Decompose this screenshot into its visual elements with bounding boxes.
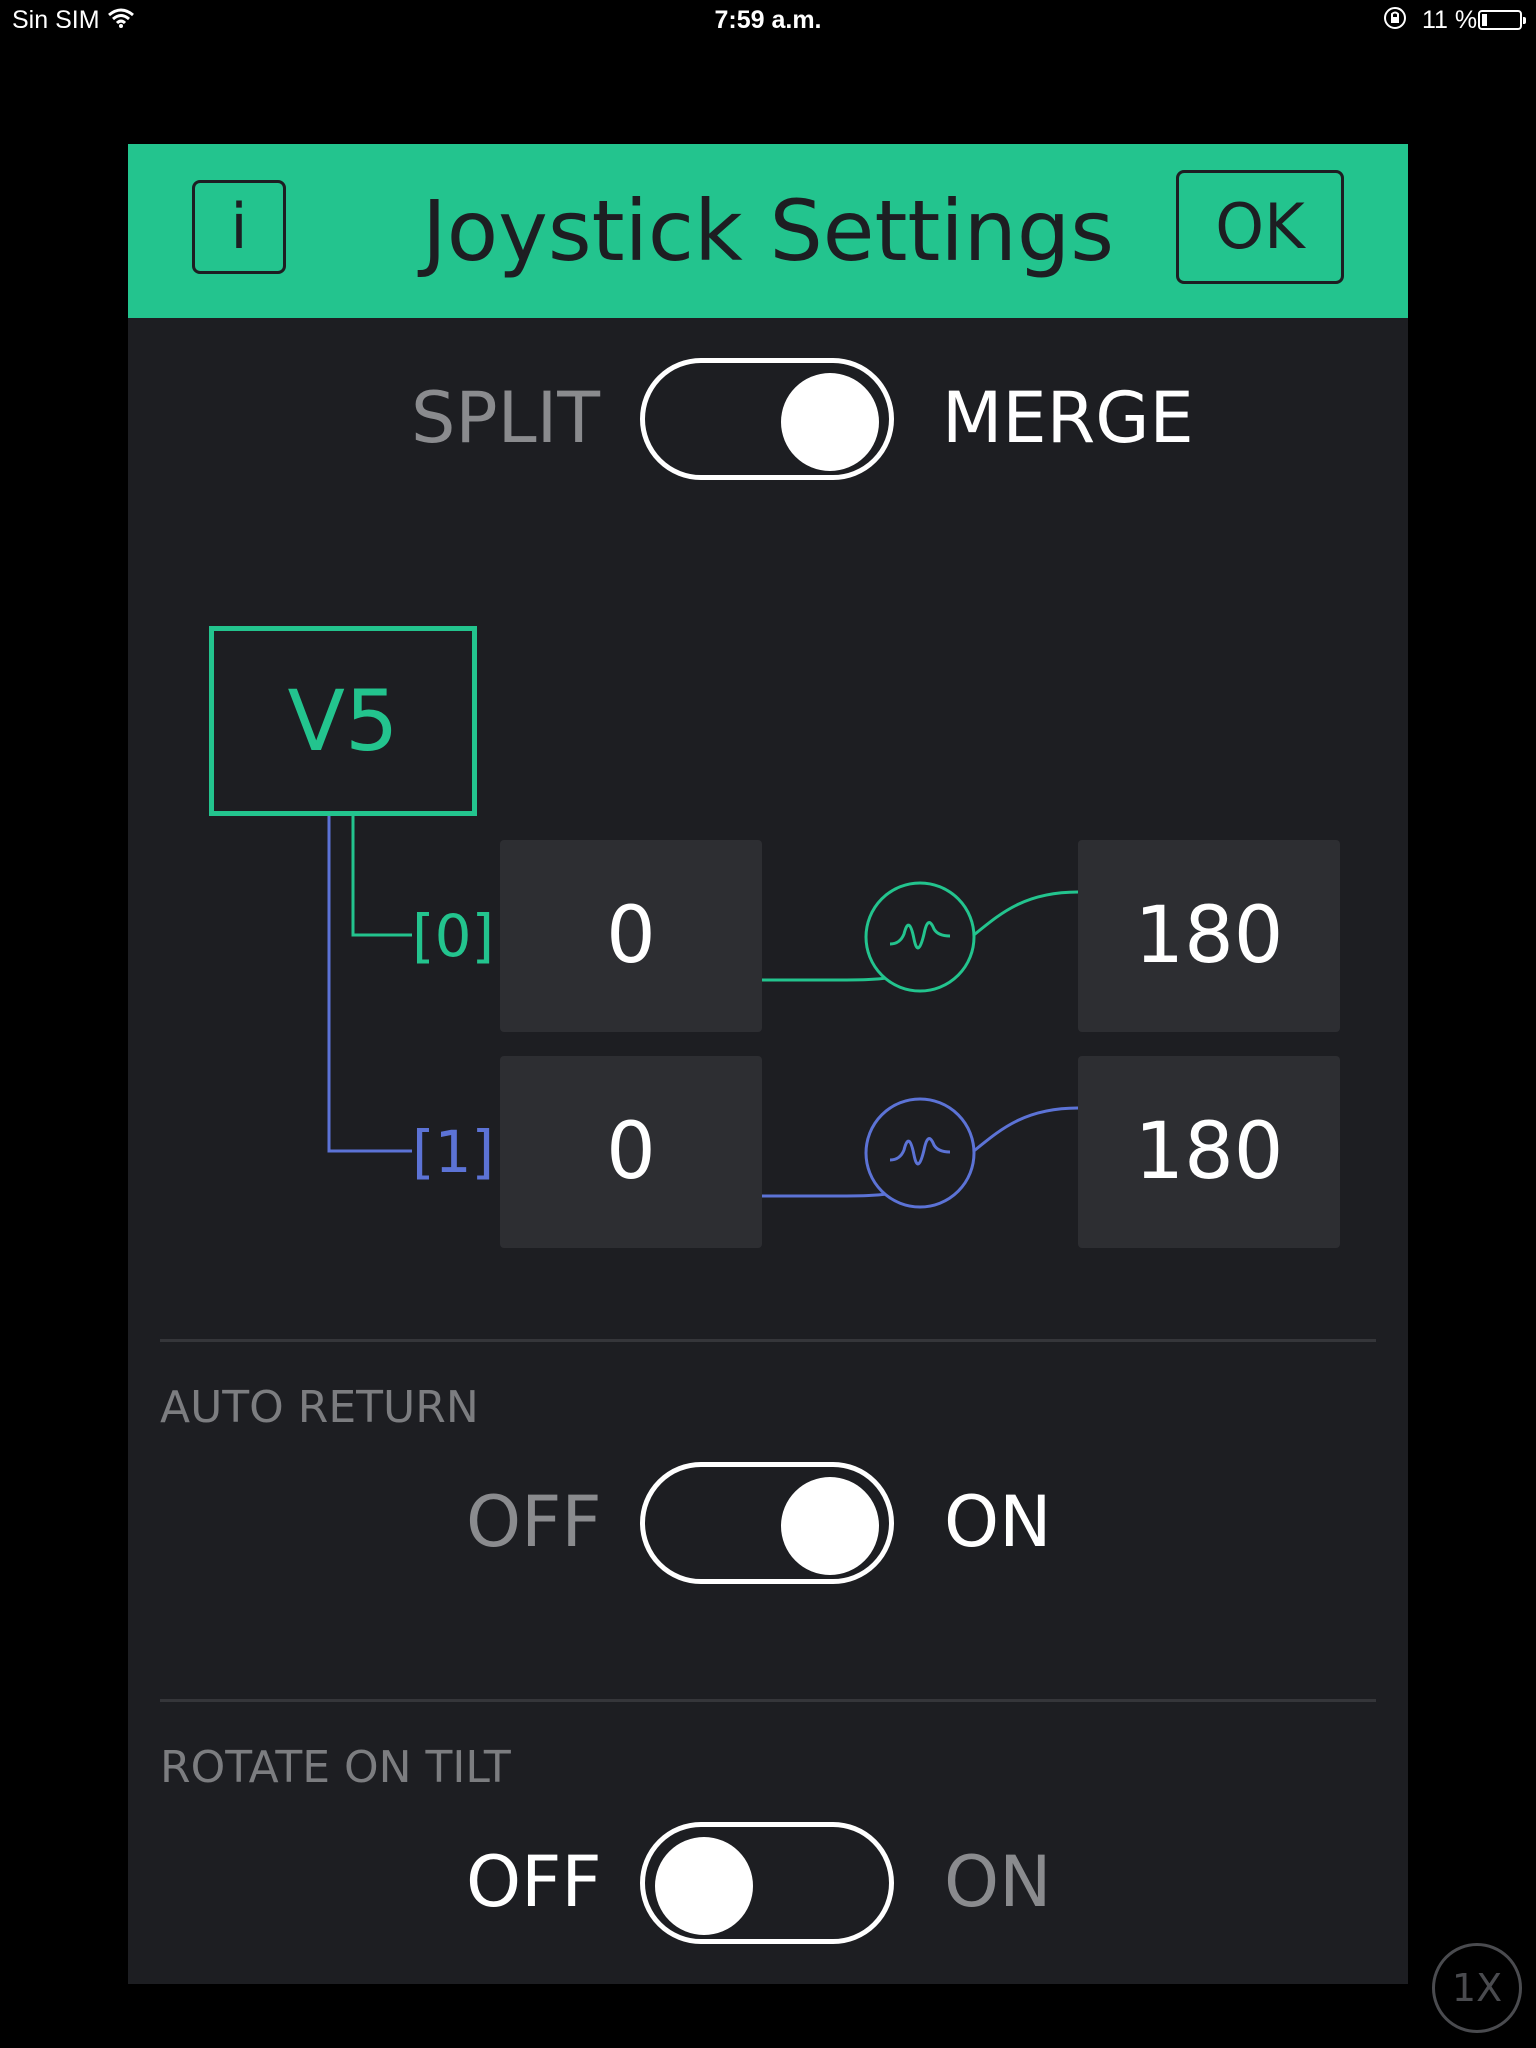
merge-label: MERGE	[942, 377, 1194, 459]
auto-return-switch[interactable]	[640, 1462, 894, 1584]
section-divider	[160, 1339, 1376, 1342]
clock: 7:59 a.m.	[714, 6, 822, 34]
dialog-header: i Joystick Settings OK	[128, 144, 1408, 318]
rotate-on-tilt-label: ROTATE ON TILT	[160, 1742, 511, 1793]
status-bar: Sin SIM 7:59 a.m. 11 %	[0, 0, 1536, 40]
switch-knob	[781, 1477, 879, 1575]
info-button[interactable]: i	[192, 180, 286, 274]
channel-index-1: [1]	[412, 1118, 495, 1186]
mapping-icon	[864, 1097, 976, 1209]
switch-knob	[655, 1837, 753, 1935]
battery-icon	[1478, 10, 1526, 30]
channel-0-min-input[interactable]: 0	[500, 840, 762, 1032]
rotate-on-tilt-switch[interactable]	[640, 1822, 894, 1944]
joystick-settings-dialog: i Joystick Settings OK SPLIT MERGE V5 [0…	[128, 144, 1408, 1984]
dialog-title: Joystick Settings	[422, 182, 1114, 280]
section-divider	[160, 1699, 1376, 1702]
channel-1-max-input[interactable]: 180	[1078, 1056, 1340, 1248]
split-merge-switch[interactable]	[640, 358, 894, 480]
auto-return-off-label: OFF	[466, 1481, 602, 1563]
rotate-on-tilt-off-label: OFF	[466, 1841, 602, 1923]
speed-button[interactable]: 1X	[1432, 1943, 1522, 2033]
auto-return-label: AUTO RETURN	[160, 1382, 479, 1433]
split-label: SPLIT	[411, 377, 601, 459]
orientation-lock-icon	[1383, 6, 1407, 37]
channel-index-0: [0]	[412, 902, 495, 970]
ok-button[interactable]: OK	[1176, 170, 1344, 284]
battery-percent: 11 %	[1422, 6, 1478, 34]
mapping-icon	[864, 881, 976, 993]
channel-0-max-input[interactable]: 180	[1078, 840, 1340, 1032]
auto-return-on-label: ON	[944, 1481, 1052, 1563]
switch-knob	[781, 373, 879, 471]
channel-1-min-input[interactable]: 0	[500, 1056, 762, 1248]
virtual-pin-selector[interactable]: V5	[209, 626, 477, 816]
rotate-on-tilt-on-label: ON	[944, 1841, 1052, 1923]
